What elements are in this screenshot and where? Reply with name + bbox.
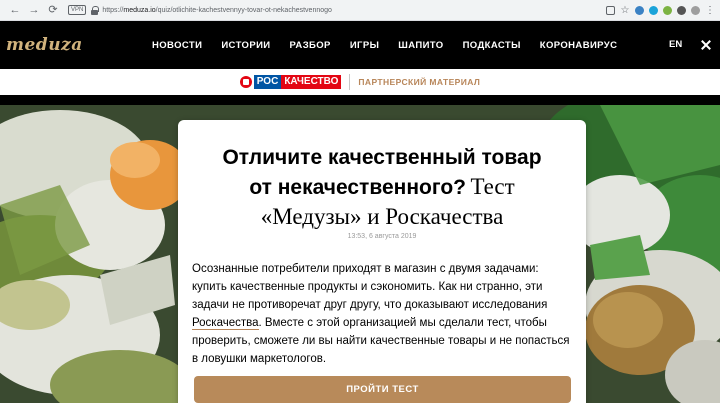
nav-item-analysis[interactable]: РАЗБОР: [290, 40, 331, 51]
partner-bar: РОС КАЧЕСТВО ПАРТНЕРСКИЙ МАТЕРИАЛ: [0, 69, 720, 95]
lead-text-1: Осознанные потребители приходят в магази…: [192, 263, 548, 311]
partner-divider: [349, 74, 351, 90]
roskachestvo-mark-icon: [239, 76, 252, 88]
site-header: meduza НОВОСТИ ИСТОРИИ РАЗБОР ИГРЫ ШАПИТ…: [0, 21, 720, 69]
nav-item-stories[interactable]: ИСТОРИИ: [221, 40, 270, 51]
start-quiz-button[interactable]: ПРОЙТИ ТЕСТ: [194, 376, 571, 403]
partner-bottom-band: [0, 95, 720, 105]
vpn-badge[interactable]: VPN: [68, 5, 87, 15]
roskachestvo-logo[interactable]: РОС КАЧЕСТВО: [239, 75, 342, 89]
article-date: 13:53, 6 августа 2019: [347, 233, 417, 240]
partner-label: ПАРТНЕРСКИЙ МАТЕРИАЛ: [358, 77, 481, 87]
back-icon[interactable]: ←: [8, 3, 22, 17]
language-switch[interactable]: EN: [669, 39, 682, 50]
extension-icons: ☆ ⋮: [601, 5, 715, 15]
extension-cyan-icon[interactable]: [649, 5, 658, 15]
camera-icon[interactable]: [606, 5, 615, 15]
forward-icon[interactable]: →: [27, 3, 41, 17]
nav-item-games[interactable]: ИГРЫ: [350, 40, 379, 51]
logo-ros: РОС: [253, 75, 282, 89]
nav-item-news[interactable]: НОВОСТИ: [152, 40, 202, 51]
url-host: meduza.io: [123, 6, 156, 14]
meduza-logo[interactable]: meduza: [6, 35, 83, 55]
reload-icon[interactable]: ⟳: [46, 3, 60, 17]
star-icon[interactable]: ☆: [620, 5, 630, 15]
extension-green-icon[interactable]: [663, 5, 672, 15]
nav-item-podcasts[interactable]: ПОДКАСТЫ: [463, 40, 521, 51]
title-bold-line-1: Отличите качественный товар: [222, 146, 542, 169]
title-bold-line-2: от некачественного?: [249, 176, 466, 199]
quiz-card: Отличите качественный товар от некачеств…: [178, 120, 586, 403]
profile-icon[interactable]: [691, 5, 700, 15]
nav-item-shapito[interactable]: ШАПИТО: [398, 40, 443, 51]
lock-icon: [91, 5, 100, 15]
url-path: /quiz/otlichite-kachestvennyy-tovar-ot-n…: [155, 6, 332, 14]
browser-toolbar: ← → ⟳ VPN https://meduza.io/quiz/otlichi…: [0, 0, 720, 21]
title-serif-line-1: Тест: [470, 174, 515, 199]
logo-kachestvo: КАЧЕСТВО: [281, 75, 342, 89]
extension-dark-icon[interactable]: [677, 5, 686, 15]
address-bar[interactable]: https://meduza.io/quiz/otlichite-kachest…: [102, 7, 601, 14]
url-prefix: https://: [102, 6, 124, 14]
more-menu-icon[interactable]: ⋮: [705, 5, 715, 15]
extension-blue-icon[interactable]: [635, 5, 644, 15]
nav-item-coronavirus[interactable]: КОРОНАВИРУС: [540, 40, 618, 51]
title-serif-line-2: «Медузы» и Роскачества: [260, 204, 504, 229]
roskachestvo-link[interactable]: Роскачества: [192, 317, 259, 330]
article-title: Отличите качественный товар от некачеств…: [178, 144, 586, 233]
main-nav: НОВОСТИ ИСТОРИИ РАЗБОР ИГРЫ ШАПИТО ПОДКА…: [152, 21, 636, 69]
close-menu-icon[interactable]: [700, 39, 712, 51]
article-lead: Осознанные потребители приходят в магази…: [192, 260, 576, 368]
